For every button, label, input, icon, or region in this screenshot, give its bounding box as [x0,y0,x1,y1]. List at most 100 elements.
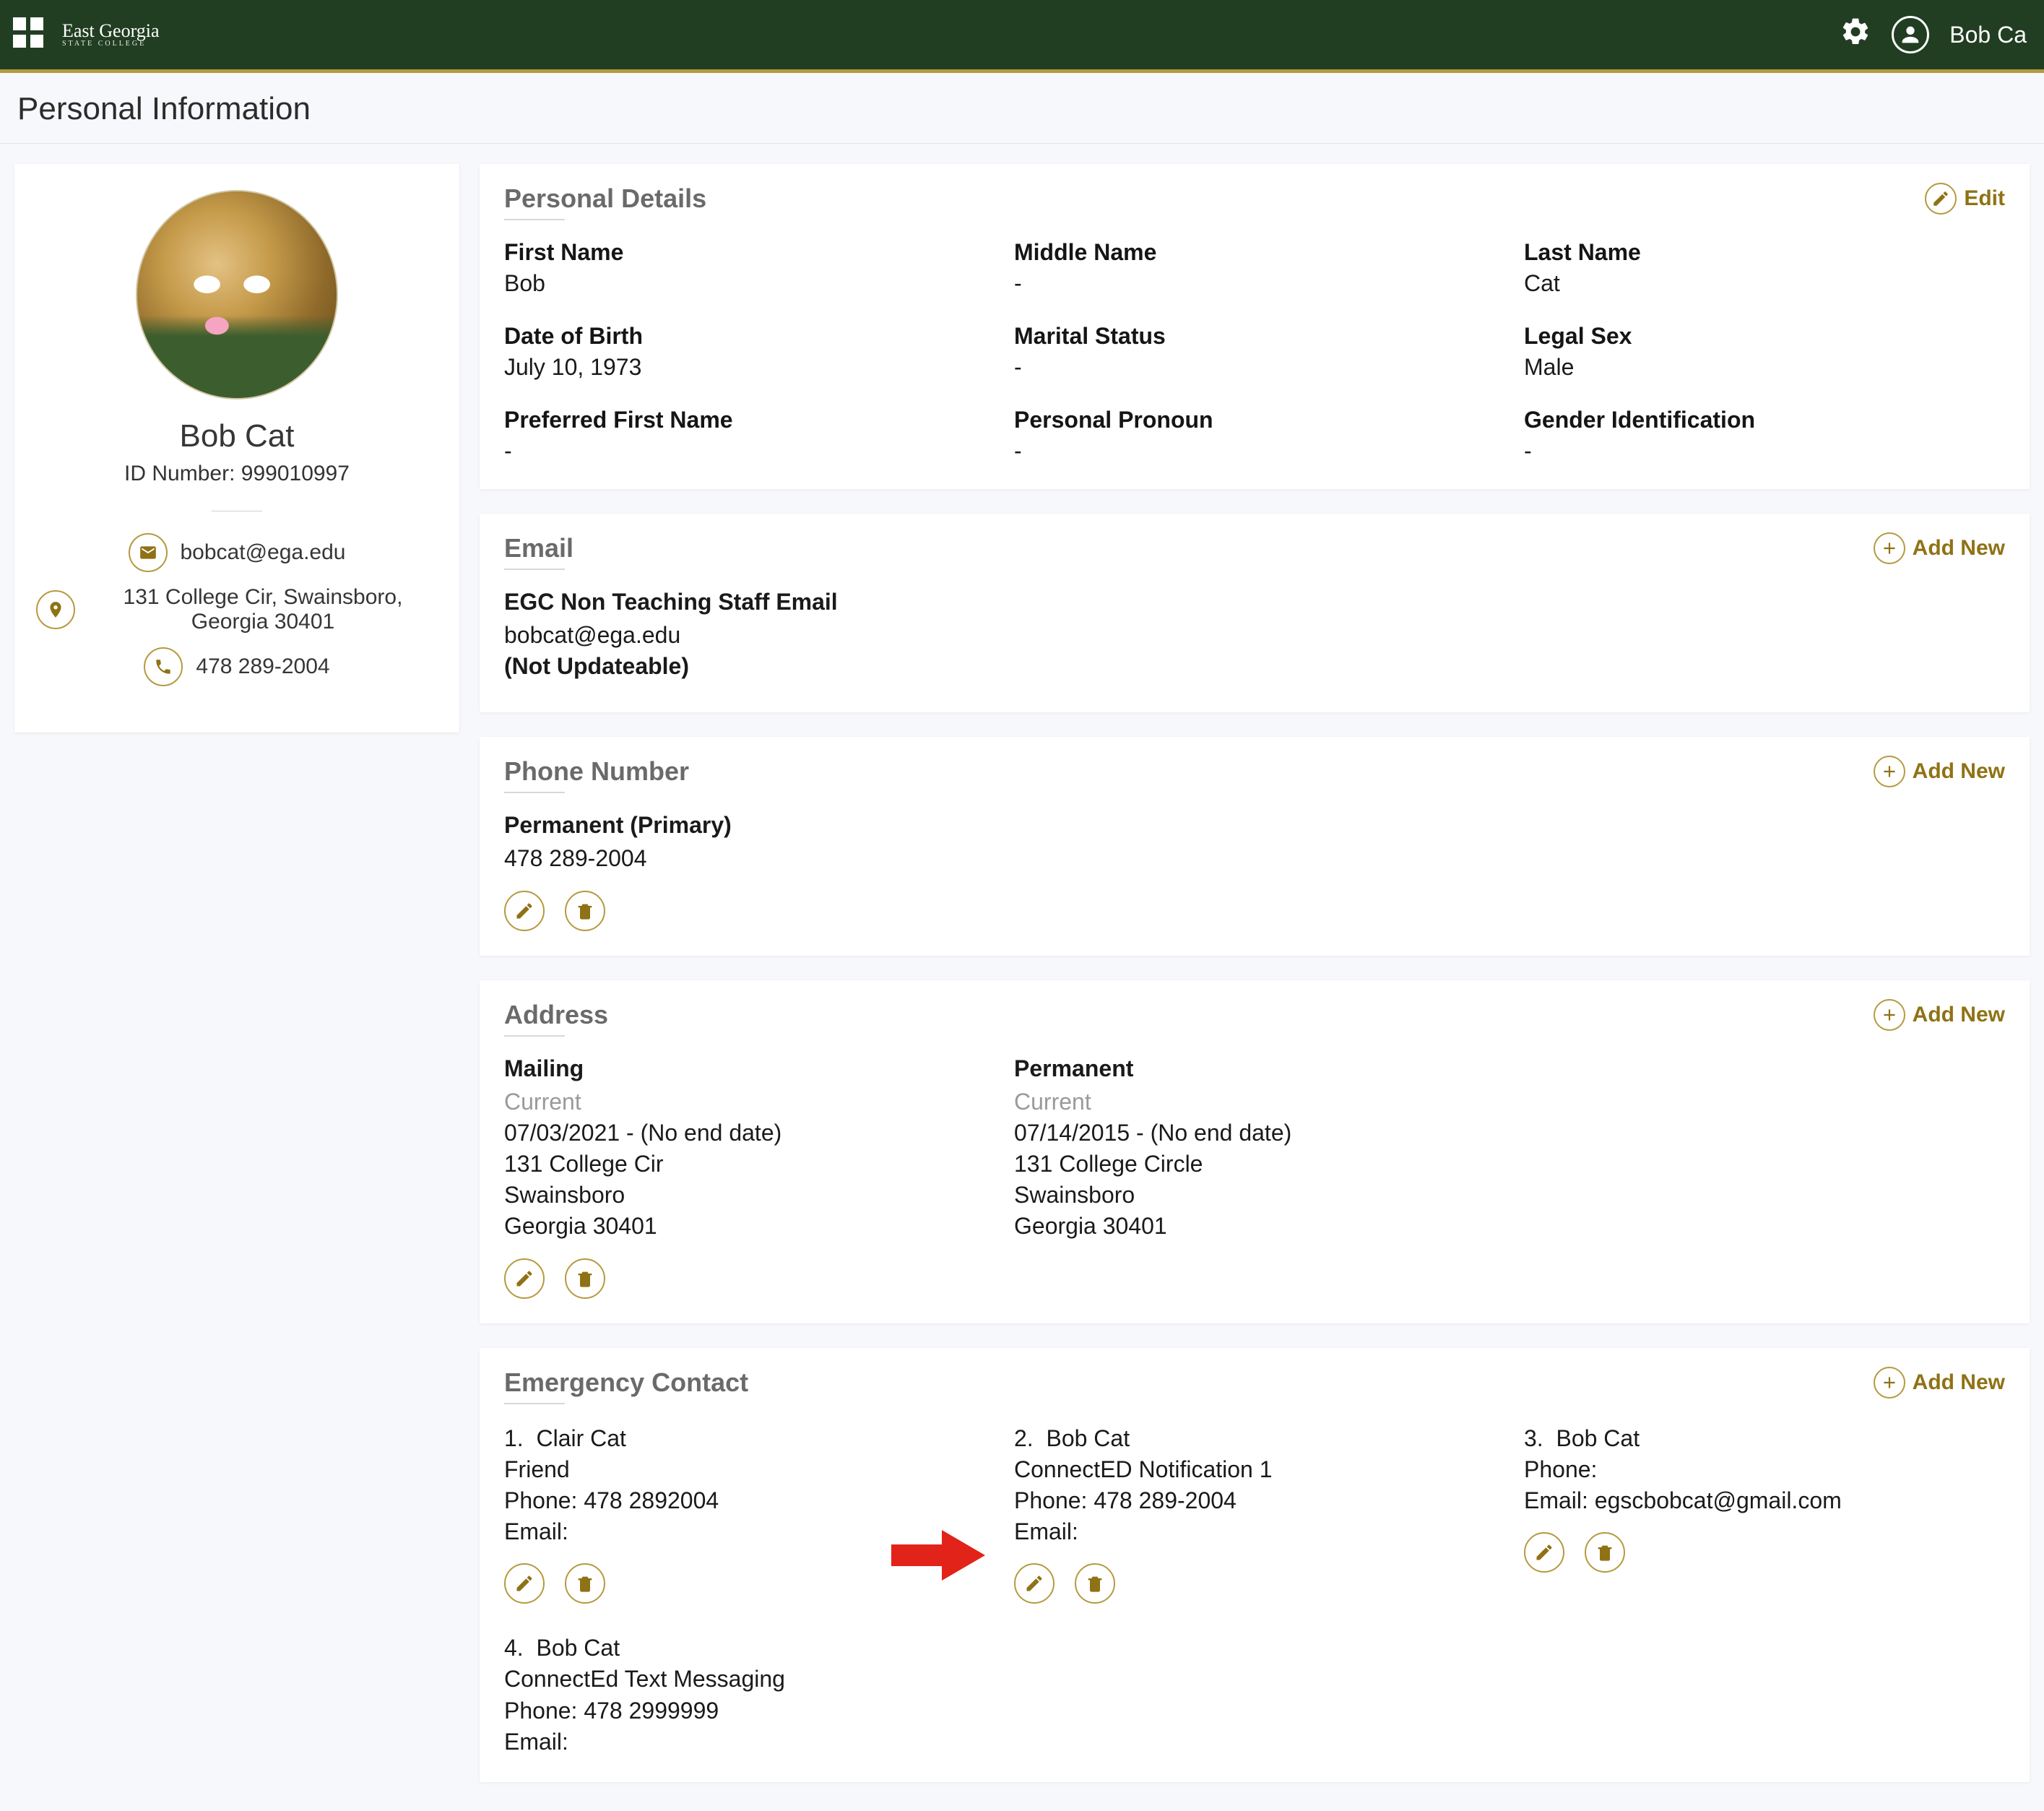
panel-phone: Phone Number Add New Permanent (Primary)… [480,737,2030,955]
delete-contact-button[interactable] [1075,1563,1115,1604]
phone-value: 478 289-2004 [504,843,2005,874]
email-type: EGC Non Teaching Staff Email [504,589,2005,615]
pref-first-label: Preferred First Name [504,407,985,433]
plus-icon [1874,532,1905,564]
edit-contact-button[interactable] [1014,1563,1055,1604]
ec-phone: Phone: 478 2999999 [504,1695,985,1726]
address-permanent-status: Current [1014,1086,1495,1118]
ec-email: Email: [504,1726,985,1758]
first-name-value: Bob [504,270,985,297]
ec-name: 1. Clair Cat [504,1423,985,1454]
address-permanent-line1: 131 College Circle [1014,1149,1495,1180]
address-mailing-status: Current [504,1086,985,1118]
address-mailing-label: Mailing [504,1055,985,1082]
address-permanent-region: Georgia 30401 [1014,1211,1495,1242]
edit-personal-button[interactable]: Edit [1925,183,2005,215]
sex-value: Male [1524,354,2005,381]
edit-contact-button[interactable] [504,1563,545,1604]
current-user-name[interactable]: Bob Ca [1949,22,2027,48]
logo-line-1: East Georgia [62,20,160,41]
gender-value: - [1524,438,2005,464]
pref-first-value: - [504,438,985,464]
id-value: 999010997 [241,462,350,485]
dob-label: Date of Birth [504,323,985,350]
edit-label: Edit [1964,186,2005,211]
edit-contact-button[interactable] [1524,1532,1564,1573]
ec-email: Email: [1014,1516,1495,1547]
email-note: (Not Updateable) [504,651,2005,682]
profile-avatar-icon[interactable] [1892,16,1929,53]
add-label: Add New [1913,1370,2005,1395]
plus-icon [1874,999,1905,1031]
profile-id-line: ID Number: 999010997 [36,462,438,486]
panel-personal-details: Personal Details Edit First NameBob Midd… [480,164,2030,489]
middle-name-value: - [1014,270,1495,297]
address-mailing-region: Georgia 30401 [504,1211,985,1242]
marital-value: - [1014,354,1495,381]
add-phone-button[interactable]: Add New [1874,756,2005,787]
page-title: Personal Information [0,69,2044,144]
pin-icon [36,590,75,629]
edit-mailing-address-button[interactable] [504,1258,545,1299]
last-name-label: Last Name [1524,239,2005,266]
marital-label: Marital Status [1014,323,1495,350]
address-permanent-city: Swainsboro [1014,1180,1495,1211]
ec-phone: Phone: [1524,1454,2005,1485]
profile-address-line: 131 College Cir, Swainsboro, Georgia 304… [36,585,438,634]
profile-phone: 478 289-2004 [196,654,329,679]
gender-label: Gender Identification [1524,407,2005,433]
site-logo: East Georgia State College [62,22,160,48]
plus-icon [1874,1367,1905,1399]
panel-title-email: Email [504,533,573,563]
add-label: Add New [1913,1003,2005,1027]
ec-phone: Phone: 478 2892004 [504,1485,985,1516]
pronoun-value: - [1014,438,1495,464]
add-label: Add New [1913,536,2005,561]
ec-email: Email: egscbobcat@gmail.com [1524,1485,2005,1516]
profile-email: bobcat@ega.edu [181,540,346,565]
profile-card: Bob Cat ID Number: 999010997 bobcat@ega.… [14,164,459,732]
panel-title-phone: Phone Number [504,756,689,787]
delete-phone-button[interactable] [565,891,605,931]
profile-email-line: bobcat@ega.edu [36,533,438,572]
pronoun-label: Personal Pronoun [1014,407,1495,433]
edit-phone-button[interactable] [504,891,545,931]
add-label: Add New [1913,759,2005,784]
pencil-icon [1925,183,1957,215]
ec-relation: ConnectEd Text Messaging [504,1664,985,1695]
id-label: ID Number: [124,462,235,485]
panel-title-personal: Personal Details [504,183,706,214]
apps-menu-button[interactable] [13,17,48,52]
add-address-button[interactable]: Add New [1874,999,2005,1031]
add-emergency-button[interactable]: Add New [1874,1367,2005,1399]
middle-name-label: Middle Name [1014,239,1495,266]
ec-relation: Friend [504,1454,985,1485]
add-email-button[interactable]: Add New [1874,532,2005,564]
profile-phone-line: 478 289-2004 [36,647,438,686]
delete-contact-button[interactable] [1585,1532,1625,1573]
profile-address: 131 College Cir, Swainsboro, Georgia 304… [88,585,438,634]
phone-type: Permanent (Primary) [504,812,2005,839]
logo-line-2: State College [62,40,160,48]
last-name-value: Cat [1524,270,2005,297]
red-arrow-annotation [891,1530,985,1581]
address-mailing-line1: 131 College Cir [504,1149,985,1180]
ec-name: 4. Bob Cat [504,1633,985,1664]
panel-emergency-contact: Emergency Contact Add New 1. Clair CatFr… [480,1348,2030,1783]
address-mailing-city: Swainsboro [504,1180,985,1211]
address-mailing-range: 07/03/2021 - (No end date) [504,1118,985,1149]
email-value: bobcat@ega.edu [504,620,2005,651]
ec-phone: Phone: 478 289-2004 [1014,1485,1495,1516]
ec-relation: ConnectED Notification 1 [1014,1454,1495,1485]
gear-icon[interactable] [1840,16,1871,53]
dob-value: July 10, 1973 [504,354,985,381]
phone-icon [144,647,183,686]
profile-display-name: Bob Cat [36,418,438,454]
address-permanent-label: Permanent [1014,1055,1495,1082]
ec-name: 3. Bob Cat [1524,1423,2005,1454]
delete-contact-button[interactable] [565,1563,605,1604]
panel-address: Address Add New Mailing Current 07/03/20… [480,980,2030,1323]
plus-icon [1874,756,1905,787]
delete-mailing-address-button[interactable] [565,1258,605,1299]
panel-title-emergency: Emergency Contact [504,1367,748,1398]
